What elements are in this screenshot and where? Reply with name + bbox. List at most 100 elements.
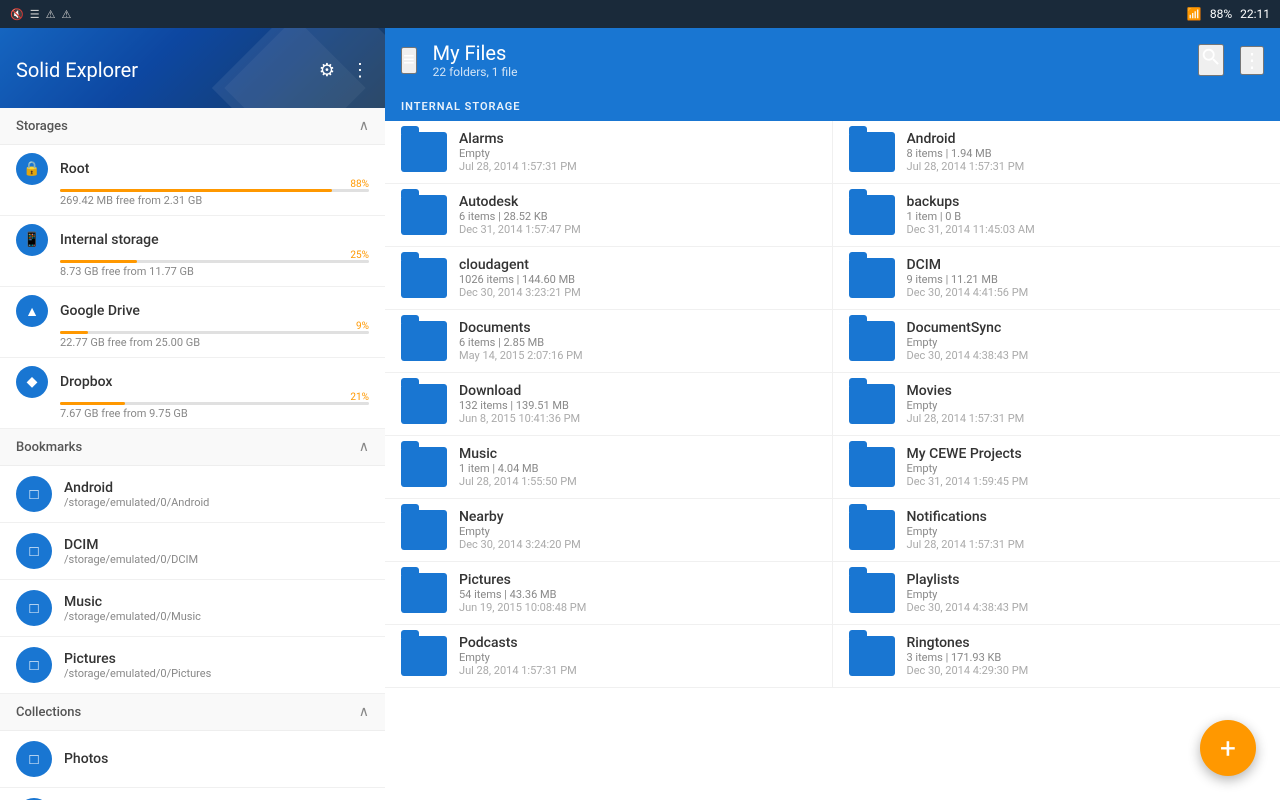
file-meta: DCIM 9 items | 11.21 MB Dec 30, 2014 4:4… [907,257,1265,299]
gdrive-progress-label: 9% [356,321,369,332]
file-meta: Download 132 items | 139.51 MB Jun 8, 20… [459,383,816,425]
file-item[interactable]: Ringtones 3 items | 171.93 KB Dec 30, 20… [833,625,1280,688]
file-meta: Movies Empty Jul 28, 2014 1:57:31 PM [907,383,1265,425]
more-options-toolbar-button[interactable]: ⋮ [1240,46,1264,75]
folder-icon [849,258,895,298]
file-name: Download [459,383,816,399]
status-bar-right: 📶 88% 22:11 [1187,7,1270,21]
file-name: Ringtones [907,635,1265,651]
folder-icon [849,573,895,613]
file-detail: 1026 items | 144.60 MB [459,273,816,286]
bookmark-pictures-icon: □ [16,647,52,683]
file-date: Dec 30, 2014 4:38:43 PM [907,601,1265,614]
collections-section-header[interactable]: Collections ∧ [0,694,385,731]
folder-icon [401,321,447,361]
file-meta: Playlists Empty Dec 30, 2014 4:38:43 PM [907,572,1265,614]
bookmark-android[interactable]: □ Android /storage/emulated/0/Android [0,466,385,523]
file-item[interactable]: Podcasts Empty Jul 28, 2014 1:57:31 PM [385,625,833,688]
file-detail: 54 items | 43.36 MB [459,588,816,601]
storage-item-dropbox[interactable]: ◆ Dropbox 21% 7.67 GB free from 9.75 GB [0,358,385,429]
collections-label: Collections [16,705,81,720]
storages-section-header[interactable]: Storages ∧ [0,108,385,145]
toolbar-menu-button[interactable]: ≡ [401,47,417,74]
file-item[interactable]: Documents 6 items | 2.85 MB May 14, 2015… [385,310,833,373]
file-date: Jul 28, 2014 1:57:31 PM [907,412,1265,425]
bookmarks-section-header[interactable]: Bookmarks ∧ [0,429,385,466]
file-date: Dec 30, 2014 3:23:21 PM [459,286,816,299]
file-detail: 132 items | 139.51 MB [459,399,816,412]
wifi-icon: 📶 [1187,7,1202,21]
storages-label: Storages [16,119,68,134]
bookmark-pictures[interactable]: □ Pictures /storage/emulated/0/Pictures [0,637,385,694]
settings-button[interactable]: ⚙ [319,60,335,81]
file-item[interactable]: Download 132 items | 139.51 MB Jun 8, 20… [385,373,833,436]
file-detail: Empty [459,525,816,538]
file-detail: Empty [907,588,1265,601]
mute-icon: 🔇 [10,8,24,21]
file-name: Nearby [459,509,816,525]
file-name: Autodesk [459,194,816,210]
file-item[interactable]: DocumentSync Empty Dec 30, 2014 4:38:43 … [833,310,1280,373]
file-name: Pictures [459,572,816,588]
folder-icon [401,195,447,235]
file-detail: 6 items | 2.85 MB [459,336,816,349]
storage-item-internal[interactable]: 📱 Internal storage 25% 8.73 GB free from… [0,216,385,287]
root-progress-bar [60,189,332,192]
folder-icon [849,132,895,172]
internal-name: Internal storage [60,232,159,248]
collection-photos-icon: □ [16,741,52,777]
bookmark-pictures-text: Pictures /storage/emulated/0/Pictures [64,651,211,680]
root-progress-label: 88% [350,179,369,190]
file-item[interactable]: cloudagent 1026 items | 144.60 MB Dec 30… [385,247,833,310]
file-detail: 3 items | 171.93 KB [907,651,1265,664]
file-item[interactable]: Playlists Empty Dec 30, 2014 4:38:43 PM [833,562,1280,625]
storage-item-root[interactable]: 🔒 Root 88% 269.42 MB free from 2.31 GB [0,145,385,216]
file-date: Jul 28, 2014 1:57:31 PM [907,538,1265,551]
folder-icon [849,510,895,550]
gdrive-progress-bar [60,331,88,334]
root-info: 269.42 MB free from 2.31 GB [60,194,369,207]
file-item[interactable]: Music 1 item | 4.04 MB Jul 28, 2014 1:55… [385,436,833,499]
folder-icon [849,636,895,676]
file-item[interactable]: Android 8 items | 1.94 MB Jul 28, 2014 1… [833,121,1280,184]
storage-item-gdrive[interactable]: ▲ Google Drive 9% 22.77 GB free from 25.… [0,287,385,358]
collection-music[interactable]: □ Music [0,788,385,800]
file-item[interactable]: Nearby Empty Dec 30, 2014 3:24:20 PM [385,499,833,562]
file-date: Dec 31, 2014 1:57:47 PM [459,223,816,236]
file-item[interactable]: Pictures 54 items | 43.36 MB Jun 19, 201… [385,562,833,625]
bookmark-android-icon: □ [16,476,52,512]
file-name: backups [907,194,1265,210]
dropbox-icon: ◆ [16,366,48,398]
folder-icon [849,384,895,424]
bookmark-music-text: Music /storage/emulated/0/Music [64,594,201,623]
bookmark-dcim-text: DCIM /storage/emulated/0/DCIM [64,537,198,566]
file-name: Movies [907,383,1265,399]
file-item[interactable]: Movies Empty Jul 28, 2014 1:57:31 PM [833,373,1280,436]
file-date: May 14, 2015 2:07:16 PM [459,349,816,362]
file-item[interactable]: My CEWE Projects Empty Dec 31, 2014 1:59… [833,436,1280,499]
more-options-button[interactable]: ⋮ [351,60,369,81]
gdrive-icon: ▲ [16,295,48,327]
file-item[interactable]: Autodesk 6 items | 28.52 KB Dec 31, 2014… [385,184,833,247]
bookmark-dcim[interactable]: □ DCIM /storage/emulated/0/DCIM [0,523,385,580]
file-item[interactable]: DCIM 9 items | 11.21 MB Dec 30, 2014 4:4… [833,247,1280,310]
dropbox-progress-label: 21% [350,392,369,403]
gdrive-name: Google Drive [60,303,140,319]
file-item[interactable]: Alarms Empty Jul 28, 2014 1:57:31 PM [385,121,833,184]
file-detail: Empty [907,399,1265,412]
file-detail: 1 item | 0 B [907,210,1265,223]
bookmarks-chevron: ∧ [359,439,369,455]
file-date: Dec 30, 2014 4:38:43 PM [907,349,1265,362]
search-button[interactable] [1198,44,1224,76]
file-item[interactable]: backups 1 item | 0 B Dec 31, 2014 11:45:… [833,184,1280,247]
clock: 22:11 [1240,7,1270,21]
internal-icon: 📱 [16,224,48,256]
fab-button[interactable]: + [1200,720,1256,776]
internal-info: 8.73 GB free from 11.77 GB [60,265,369,278]
collection-photos[interactable]: □ Photos [0,731,385,788]
file-detail: 8 items | 1.94 MB [907,147,1265,160]
file-detail: 6 items | 28.52 KB [459,210,816,223]
file-date: Dec 30, 2014 3:24:20 PM [459,538,816,551]
bookmark-music[interactable]: □ Music /storage/emulated/0/Music [0,580,385,637]
file-item[interactable]: Notifications Empty Jul 28, 2014 1:57:31… [833,499,1280,562]
